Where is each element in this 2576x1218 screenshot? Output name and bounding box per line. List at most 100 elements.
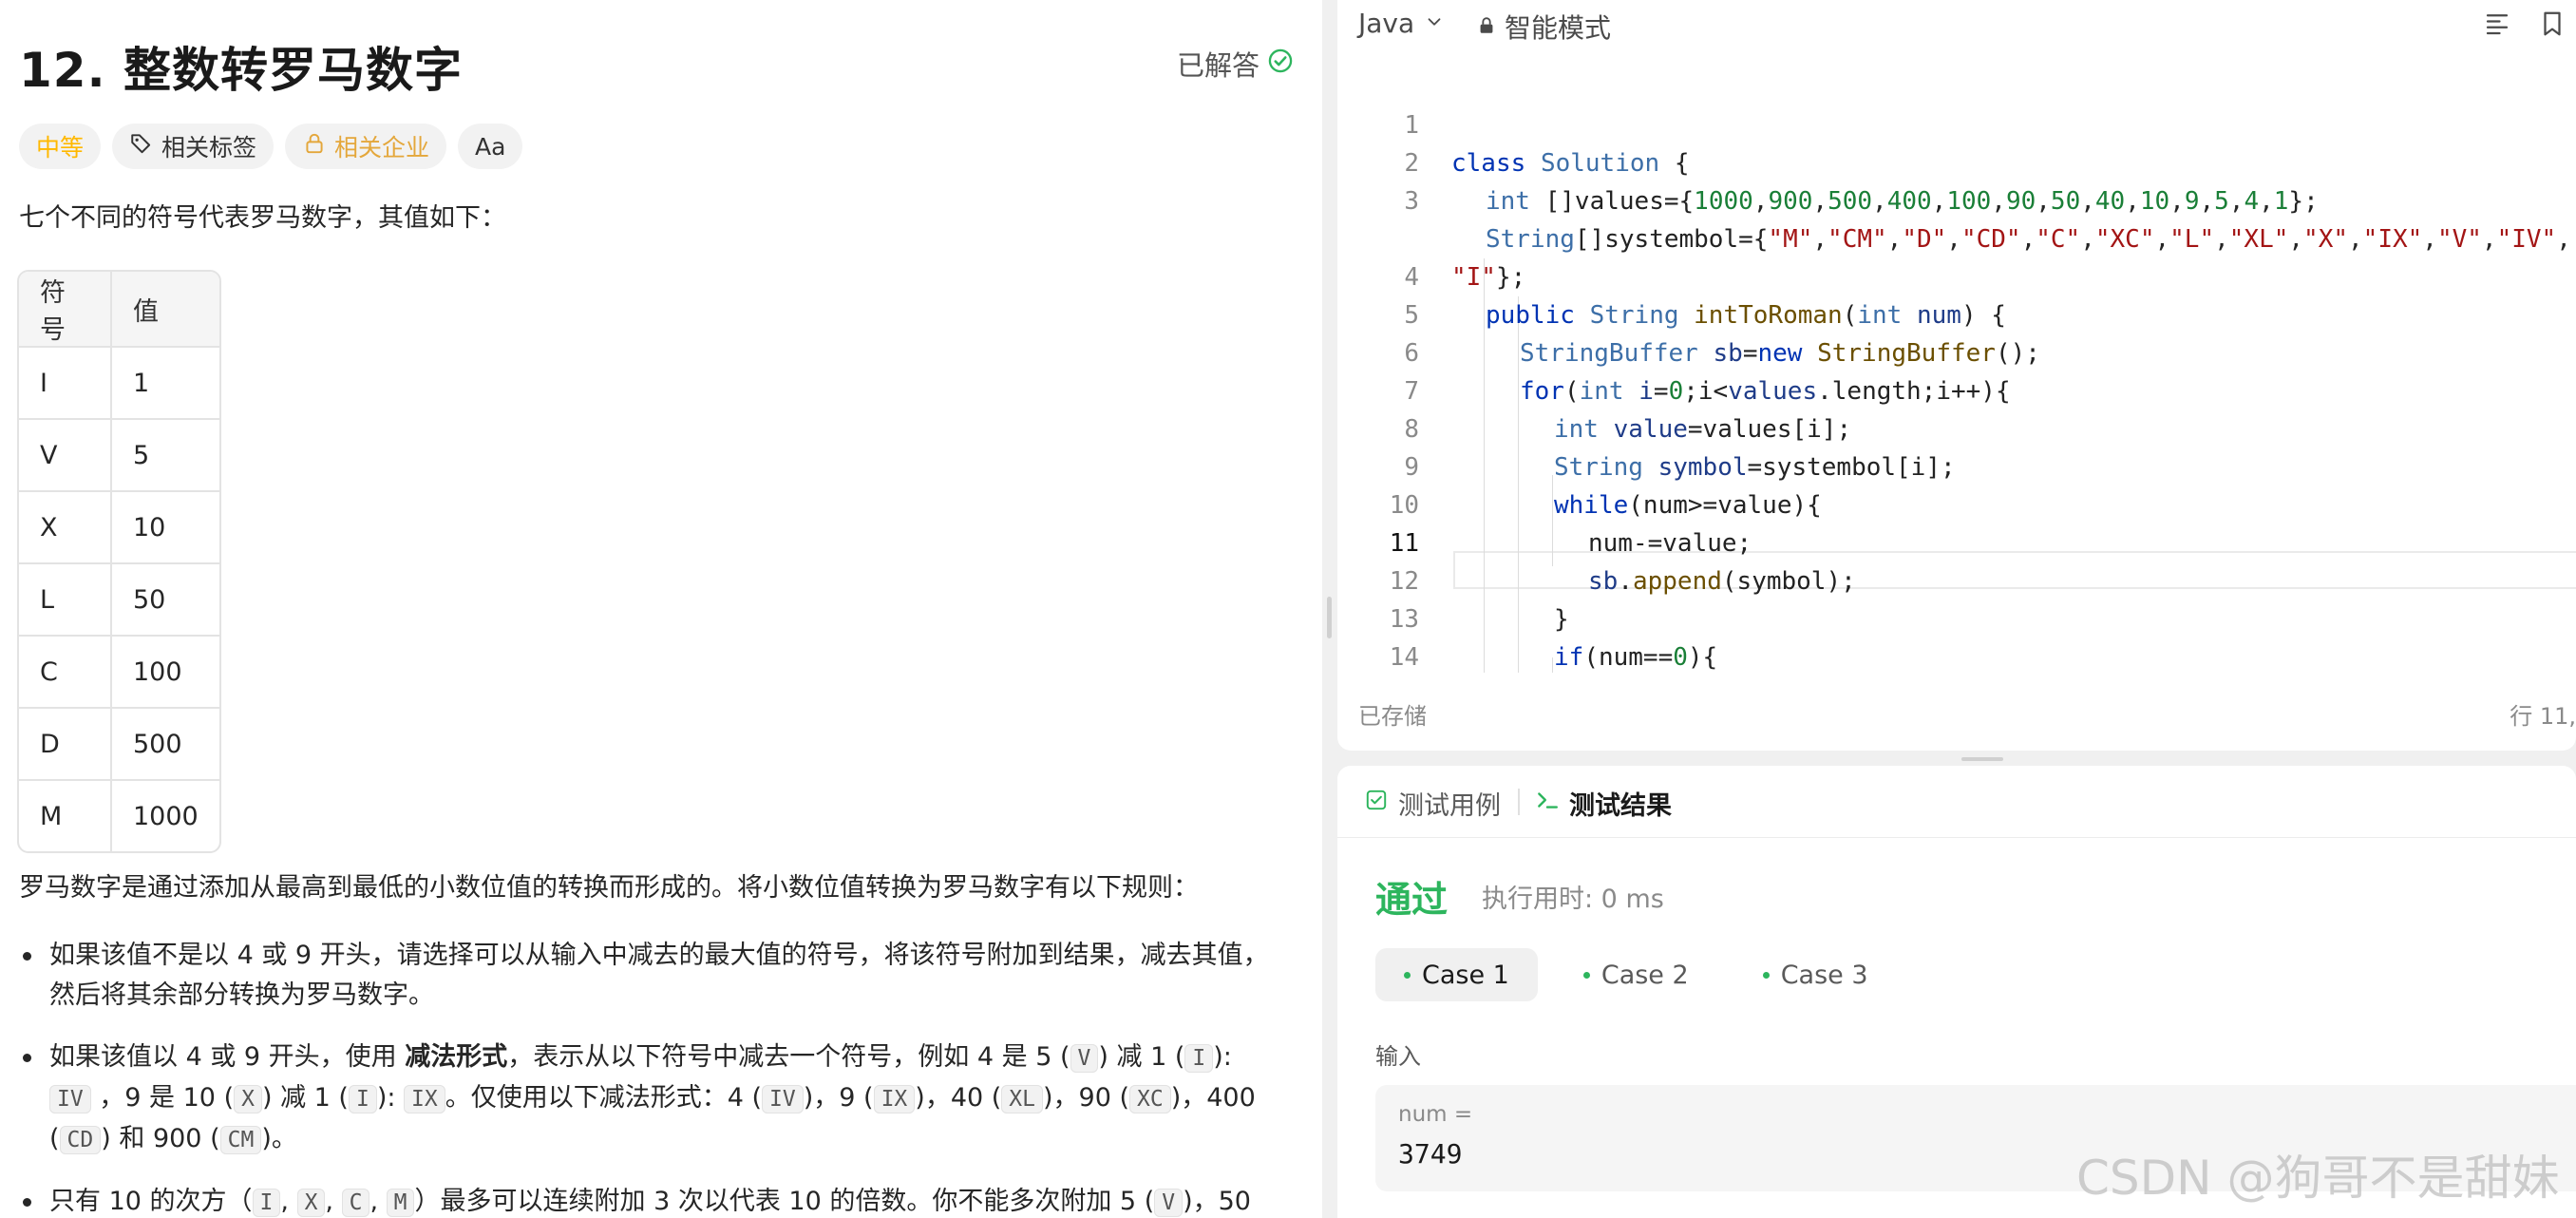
rule-2-text: 如果该值以 4 或 9 开头，使用 [49, 1042, 406, 1072]
inline-code: IX [873, 1085, 916, 1113]
table-cell-symbol: V [19, 418, 112, 490]
editor-actions [2483, 10, 2567, 45]
code-line: 2 int []values={1000,900,500,400,100,90,… [1337, 106, 2576, 216]
table-row: I1 [19, 346, 219, 418]
rule-2-text: )，90 ( [1043, 1083, 1130, 1113]
code-line: 1 class Solution { [1337, 68, 2576, 178]
drag-handle[interactable] [1327, 597, 1332, 638]
inline-code: I [252, 1189, 281, 1217]
rule-1-text: 如果该值不是以 4 或 9 开头，请选择可以从输入中减去的最大值的符号，将该符号… [49, 941, 1269, 1010]
rule-3-text: )，50 [1183, 1187, 1251, 1216]
lock-icon [302, 131, 327, 162]
inline-code: X [234, 1085, 262, 1113]
related-tags-button[interactable]: 相关标签 [112, 124, 275, 169]
code-editor-panel: Java 智能模式 1 class Solution {2 int []val… [1337, 0, 2576, 751]
table-cell-symbol: C [19, 635, 112, 707]
difficulty-tag[interactable]: 中等 [19, 124, 102, 169]
table-row: L 50 [19, 562, 219, 635]
related-tags-label: 相关标签 [161, 134, 257, 162]
tab-test-result-label: 测试结果 [1569, 791, 1672, 821]
table-header-value: 值 [112, 272, 219, 346]
saved-status: 已存储 [1358, 703, 1427, 730]
rule-2-text: 。仅使用以下减法形式：4 ( [445, 1083, 763, 1113]
table-cell-symbol: I [19, 346, 112, 418]
table-cell-symbol: L [19, 562, 112, 635]
code-line: 7 int value=values[i]; [1337, 334, 2576, 444]
rules-intro-text: 罗马数字是通过添加从最高到最低的小数位值的转换而形成的。将小数位值转换为罗马数字… [19, 873, 1199, 903]
problem-tags: 中等 相关标签 相关企业 Aa [19, 124, 523, 169]
table-cell-value: 100 [112, 635, 219, 707]
table-row: C 100 [19, 635, 219, 707]
code-line: 9 while(num>=value){ [1337, 410, 2576, 520]
check-circle-icon [1267, 48, 1294, 81]
code-line: "I"}; [1337, 182, 2576, 292]
code-line: 12 } [1337, 524, 2576, 634]
related-companies-button[interactable]: 相关企业 [285, 124, 447, 169]
rule-item: 如果该值以 4 或 9 开头，使用 减法形式，表示从以下符号中减去一个符号，例如… [19, 1037, 1273, 1160]
code-line: 5 StringBuffer sb=new StringBuffer(); [1337, 258, 2576, 368]
rule-3-text: 只有 10 的次方（ [49, 1187, 253, 1216]
tab-test-result[interactable]: 测试结果 [1535, 785, 1672, 822]
horizontal-resize-handle[interactable] [1961, 757, 2003, 761]
pane-resize-divider[interactable] [1322, 0, 1337, 1218]
rule-2-text: )，9 ( [803, 1083, 874, 1113]
inline-code: IV [49, 1085, 91, 1113]
lock-icon [1476, 11, 1497, 43]
case-label: Case 3 [1780, 960, 1868, 990]
input-label: 输入 [1375, 1043, 1421, 1070]
font-toggle-button[interactable]: Aa [458, 124, 523, 169]
cursor-position: 行 11, [2510, 703, 2576, 730]
checkbox-icon [1364, 788, 1389, 819]
inline-code: XL [1001, 1085, 1043, 1113]
rule-2-text: ，表示从以下符号中减去一个符号，例如 4 是 5 ( [507, 1042, 1070, 1072]
input-variable-value: 3749 [1398, 1138, 1463, 1170]
table-cell-value: 500 [112, 707, 219, 779]
problem-description-pane: 12. 整数转罗马数字 已解答 中等 相关标签 相关企业 Aa 七个不同的符号代… [0, 0, 1322, 1218]
case-tab-3[interactable]: Case 3 [1734, 948, 1897, 1001]
rule-2-text: ，9 是 10 ( [90, 1083, 235, 1113]
watermark: CSDN @狗哥不是甜妹 [2076, 1151, 2560, 1206]
inline-code: C [341, 1189, 370, 1217]
format-icon[interactable] [2483, 10, 2511, 45]
table-cell-symbol: X [19, 490, 112, 562]
table-header-row: 符号 值 [19, 272, 219, 346]
problem-title: 12. 整数转罗马数字 [19, 43, 463, 98]
inline-code: V [1154, 1189, 1184, 1217]
code-area[interactable]: 1 class Solution { 2 int []values={1000,… [1337, 68, 2576, 673]
code-line: 4 public String intToRoman(int num) { [1337, 220, 2576, 330]
tab-testcase[interactable]: 测试用例 [1364, 785, 1501, 822]
rule-2-text: )。 [261, 1124, 297, 1153]
tab-separator [1518, 789, 1520, 815]
rules-list: 如果该值不是以 4 或 9 开头，请选择可以从输入中减去的最大值的符号，将该符号… [19, 936, 1273, 1218]
solved-status: 已解答 [1177, 44, 1294, 84]
table-header-symbol: 符号 [19, 272, 112, 346]
smart-mode-toggle[interactable]: 智能模式 [1476, 8, 1611, 46]
case-tab-2[interactable]: Case 2 [1555, 948, 1717, 1001]
table-row: X 10 [19, 490, 219, 562]
table-row: M 1000 [19, 779, 219, 851]
editor-status-bar: 已存储 行 11, [1337, 692, 2576, 730]
case-tab-1[interactable]: Case 1 [1375, 948, 1538, 1001]
inline-code: XC [1129, 1085, 1171, 1113]
code-line: 10 num-=value; [1337, 448, 2576, 558]
table-cell-value: 1000 [112, 779, 219, 851]
rule-3-text: ）最多可以连续附加 3 次以代表 10 的倍数。你不能多次附加 5 ( [414, 1187, 1155, 1216]
rule-2-text: ): [376, 1083, 405, 1113]
rule-2-text: )，40 ( [915, 1083, 1002, 1113]
rule-2-text: ) 减 1 ( [1098, 1042, 1185, 1072]
case-label: Case 2 [1601, 960, 1689, 990]
table-row: V5 [19, 418, 219, 490]
rule-2-text: ) 和 900 ( [101, 1124, 220, 1153]
runtime-text: 执行用时: 0 ms [1482, 885, 1664, 914]
related-companies-label: 相关企业 [334, 134, 430, 162]
tab-testcase-label: 测试用例 [1398, 791, 1501, 821]
chevron-down-icon [1424, 8, 1445, 39]
bookmark-icon[interactable] [2538, 10, 2567, 45]
inline-code: IX [404, 1085, 445, 1113]
table-cell-value: 10 [112, 490, 219, 562]
inline-code: CM [219, 1126, 262, 1154]
inline-code: V [1070, 1044, 1099, 1073]
code-line: 15 } [1337, 638, 2576, 673]
table-cell-value: 1 [112, 346, 219, 418]
language-select[interactable]: Java [1358, 8, 1445, 39]
